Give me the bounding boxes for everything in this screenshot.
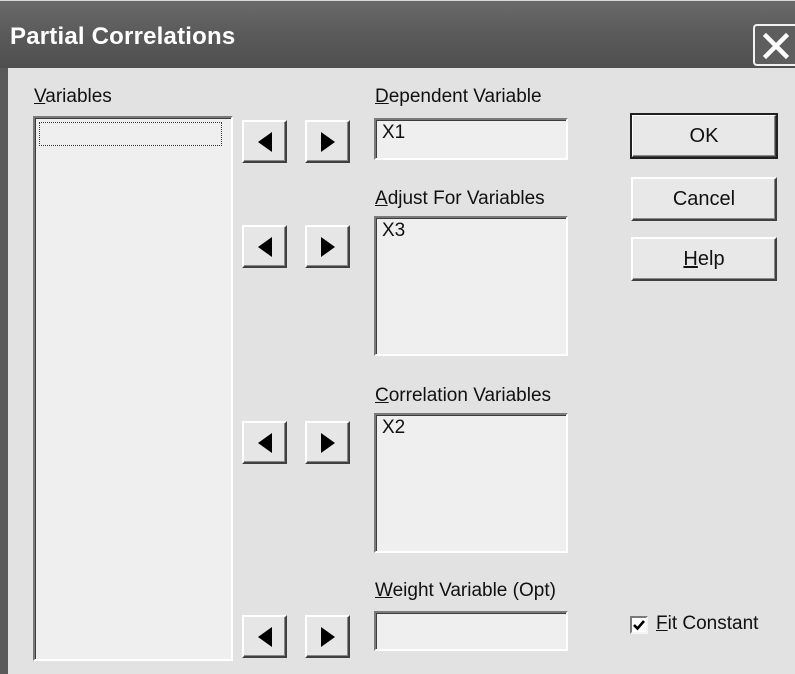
add-correlation-button[interactable] — [305, 421, 350, 464]
right-arrow-icon — [321, 237, 335, 257]
left-arrow-icon — [258, 627, 272, 647]
adjust-for-variables-label: Adjust For Variables — [375, 188, 545, 209]
variables-label: Variables — [34, 86, 112, 107]
close-icon — [763, 33, 789, 59]
remove-weight-button[interactable] — [242, 615, 287, 658]
fit-constant-checkbox[interactable] — [630, 616, 648, 634]
fit-constant-label[interactable]: Fit Constant — [656, 613, 758, 635]
correlation-variables-listbox[interactable]: X2 — [374, 413, 568, 553]
add-weight-button[interactable] — [305, 615, 350, 658]
dependent-variable-label: Dependent Variable — [375, 86, 542, 107]
left-arrow-icon — [258, 237, 272, 257]
right-arrow-icon — [321, 627, 335, 647]
partial-correlations-dialog: Partial Correlations Variables Dependent… — [0, 0, 795, 674]
right-arrow-icon — [321, 132, 335, 152]
dependent-variable-value: X1 — [382, 122, 406, 143]
weight-variable-label: Weight Variable (Opt) — [375, 580, 556, 601]
weight-variable-field[interactable] — [374, 611, 568, 651]
list-item[interactable]: X2 — [382, 417, 405, 439]
title-bar: Partial Correlations — [0, 1, 795, 68]
add-adjust-button[interactable] — [305, 225, 350, 268]
checkmark-icon — [633, 620, 645, 631]
add-dependent-button[interactable] — [305, 120, 350, 163]
variables-listbox[interactable] — [33, 116, 233, 661]
list-item[interactable]: X3 — [382, 220, 405, 242]
window-title: Partial Correlations — [10, 23, 236, 50]
left-arrow-icon — [258, 433, 272, 453]
remove-dependent-button[interactable] — [242, 120, 287, 163]
right-arrow-icon — [321, 433, 335, 453]
help-button[interactable]: Help — [631, 237, 777, 281]
correlation-variables-label: Correlation Variables — [375, 385, 552, 406]
dialog-body: Variables Dependent Variable X1 Adjust F… — [0, 68, 795, 674]
ok-button[interactable]: OK — [630, 113, 778, 159]
close-button[interactable] — [753, 24, 795, 66]
list-item[interactable] — [39, 122, 222, 146]
remove-correlation-button[interactable] — [242, 421, 287, 464]
left-arrow-icon — [258, 132, 272, 152]
dependent-variable-field[interactable]: X1 — [374, 118, 568, 160]
adjust-for-variables-listbox[interactable]: X3 — [374, 216, 568, 356]
cancel-button[interactable]: Cancel — [631, 177, 777, 221]
remove-adjust-button[interactable] — [242, 225, 287, 268]
